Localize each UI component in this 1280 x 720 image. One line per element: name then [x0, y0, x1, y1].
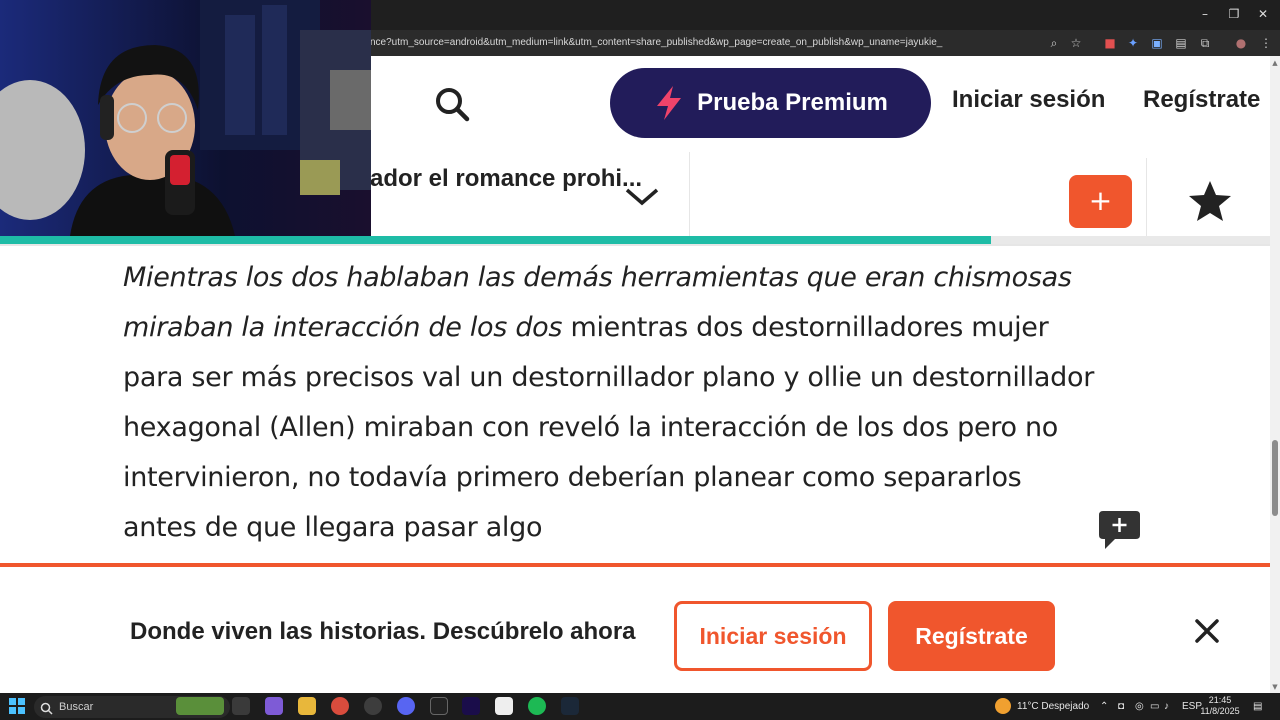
- scroll-up-arrow-icon[interactable]: ▲: [1270, 58, 1280, 68]
- chevron-down-icon[interactable]: [624, 186, 660, 208]
- banner-login-button[interactable]: Iniciar sesión: [674, 601, 872, 671]
- windows-start-icon[interactable]: [9, 698, 25, 714]
- star-vote-icon[interactable]: [1188, 180, 1232, 222]
- premium-label: Prueba Premium: [697, 89, 888, 116]
- weather-icon[interactable]: [995, 698, 1011, 714]
- url-text[interactable]: nce?utm_source=android&utm_medium=link&u…: [370, 37, 942, 48]
- extension-icon[interactable]: ▤: [1173, 35, 1189, 51]
- restore-button[interactable]: ❐: [1223, 6, 1245, 22]
- taskbar-search-placeholder: Buscar: [59, 701, 94, 713]
- search-highlight-image: [176, 697, 224, 715]
- story-paragraph: Mientras los dos hablaban las demás herr…: [123, 253, 1103, 553]
- taskbar-clock[interactable]: 21:45 11/8/2025: [1200, 695, 1240, 717]
- discord-icon[interactable]: [397, 697, 415, 715]
- add-comment-icon[interactable]: [1099, 511, 1140, 550]
- task-view-icon[interactable]: [232, 697, 250, 715]
- login-link[interactable]: Iniciar sesión: [952, 86, 1105, 114]
- reading-progress-fill: [0, 236, 991, 244]
- toolbar-divider: [689, 152, 690, 236]
- browser-menu-icon[interactable]: ⋮: [1258, 35, 1274, 51]
- tray-overflow-icon[interactable]: ⌃: [1100, 701, 1108, 712]
- premium-button[interactable]: Prueba Premium: [610, 68, 931, 138]
- tray-app-icon[interactable]: ◎: [1135, 701, 1144, 712]
- notifications-icon[interactable]: ▤: [1253, 701, 1262, 712]
- bolt-icon: [657, 86, 682, 120]
- banner-login-label: Iniciar sesión: [699, 622, 847, 649]
- file-explorer-icon[interactable]: [298, 697, 316, 715]
- network-icon[interactable]: ▭: [1150, 701, 1159, 712]
- minimize-button[interactable]: –: [1194, 6, 1216, 22]
- toolbar-divider: [1146, 158, 1147, 236]
- close-window-button[interactable]: ✕: [1252, 6, 1274, 22]
- scroll-down-arrow-icon[interactable]: ▼: [1270, 682, 1280, 692]
- premiere-pro-icon[interactable]: [462, 697, 480, 715]
- language-indicator[interactable]: ESP: [1182, 701, 1202, 712]
- profile-avatar-icon[interactable]: ●: [1233, 35, 1249, 51]
- banner-signup-label: Regístrate: [915, 622, 1028, 649]
- extensions-puzzle-icon[interactable]: ⧉: [1197, 35, 1213, 51]
- epic-games-icon[interactable]: [430, 697, 448, 715]
- banner-signup-button[interactable]: Regístrate: [888, 601, 1055, 671]
- webcam-overlay: [0, 0, 371, 236]
- toolbar-border: [0, 244, 1270, 246]
- weather-text[interactable]: 11°C Despejado: [1017, 701, 1089, 712]
- story-title[interactable]: ador el romance prohi...: [370, 165, 642, 193]
- clock-time: 21:45: [1208, 695, 1232, 705]
- signup-link[interactable]: Regístrate: [1143, 86, 1260, 114]
- search-icon: [40, 700, 53, 715]
- steam-icon[interactable]: [561, 697, 579, 715]
- zoom-icon[interactable]: ⌕: [1046, 35, 1062, 51]
- copilot-icon[interactable]: [265, 697, 283, 715]
- bookmark-star-icon[interactable]: ☆: [1068, 35, 1084, 51]
- extension-icon[interactable]: ■: [1102, 35, 1118, 51]
- volume-icon[interactable]: ♪: [1164, 701, 1169, 712]
- story-paragraph-text: mientras dos destornilladores mujer para…: [123, 312, 1095, 543]
- translate-icon[interactable]: ▣: [1149, 35, 1165, 51]
- tray-app-icon[interactable]: ◘: [1118, 701, 1124, 712]
- notion-icon[interactable]: [495, 697, 513, 715]
- extension-icon[interactable]: ✦: [1125, 35, 1141, 51]
- search-icon[interactable]: [431, 83, 473, 125]
- page-scrollbar[interactable]: [1270, 56, 1280, 693]
- scrollbar-thumb[interactable]: [1272, 440, 1278, 516]
- chrome-icon[interactable]: [331, 697, 349, 715]
- add-to-list-button[interactable]: +: [1069, 175, 1132, 228]
- obs-icon[interactable]: [364, 697, 382, 715]
- clock-date: 11/8/2025: [1200, 706, 1240, 716]
- banner-message: Donde viven las historias. Descúbrelo ah…: [130, 618, 636, 645]
- close-banner-icon[interactable]: [1190, 614, 1224, 648]
- spotify-icon[interactable]: [528, 697, 546, 715]
